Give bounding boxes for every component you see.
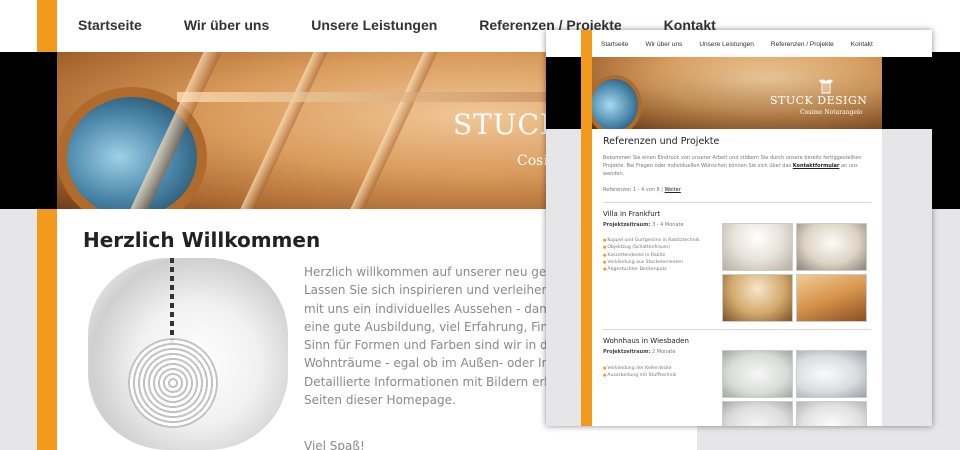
fg-divider [603, 329, 871, 330]
fg-project-thumbnail[interactable] [722, 274, 793, 322]
bg-accent-bar-bottom [37, 209, 57, 450]
bg-closing-text: Viel Spaß! [304, 439, 365, 450]
fg-project-thumbnail[interactable] [722, 223, 793, 271]
fg-project-period-label: Projektzeitraum: [603, 222, 651, 228]
fg-project-feature: Ausarbeitung mit Stufftechnik [603, 372, 676, 379]
fg-intro-text: Bekommen Sie einen Eindruck von unserer … [603, 154, 873, 178]
bg-paragraph-line: eine gute Ausbildung, viel Erfahrung, Fi… [304, 319, 554, 334]
fg-project-period: Projektzeitraum: 2 Monate [603, 349, 675, 355]
bg-nav-wir-ueber-uns[interactable]: Wir über uns [184, 17, 269, 33]
bg-paragraph-line: Lassen Sie sich inspirieren und verleihe… [304, 283, 554, 298]
fg-project-period-value: 2 Monate [652, 349, 676, 355]
bg-chandelier-chain [170, 258, 174, 343]
bg-welcome-paragraph: Herzlich willkommen auf unserer neu gest… [304, 263, 554, 409]
bg-paragraph-line: Sinn für Formen und Farben sind wir in d… [304, 338, 554, 353]
fg-project-thumbnail[interactable] [796, 350, 867, 398]
fg-project-feature: Objektzug (Schattenfraum) [603, 244, 699, 251]
fg-project-title: Villa in Frankfurt [603, 210, 661, 218]
fg-content-layer: Referenzen und Projekte Bekommen Sie ein… [546, 30, 932, 426]
fg-project-period: Projektzeitraum: 3 - 4 Monate [603, 222, 684, 228]
fg-project-thumbnail[interactable] [796, 274, 867, 322]
bg-hero-beam [240, 52, 328, 209]
fg-pager-status: Referenzen 1 - 4 von 8 | [603, 187, 663, 193]
bg-nav-leistungen[interactable]: Unsere Leistungen [311, 17, 437, 33]
fg-project-feature: Abgestuckter Deckenputz [603, 266, 699, 273]
fg-project-feature-list: Kuppel und Gurtgesims in Rabitztechnik O… [603, 237, 699, 273]
bg-paragraph-line: mit uns ein individuelles Aussehen - dam… [304, 301, 554, 316]
fg-project-feature: Kuppel und Gurtgesims in Rabitztechnik [603, 237, 699, 244]
fg-project-feature: Verkleidung der Kellerdecke [603, 365, 676, 372]
bg-chandelier-image [88, 258, 288, 450]
bg-paragraph-line: Seiten dieser Homepage. [304, 393, 456, 408]
bg-paragraph-line: Wohnträume - egal ob im Außen- oder Inne… [304, 356, 554, 371]
fg-pager: Referenzen 1 - 4 von 8 | Weiter [603, 187, 681, 193]
fg-project-feature-list: Verkleidung der Kellerdecke Ausarbeitung… [603, 365, 676, 380]
fg-project-title: Wohnhaus in Wiesbaden [603, 337, 689, 345]
fg-project-feature: Kassettendecke in Rabitz [603, 252, 699, 259]
fg-project-feature: Verkleidung aus Stuckelementen [603, 259, 699, 266]
fg-project-thumbnail[interactable] [796, 401, 867, 426]
bg-paragraph-line: Detaillierte Informationen mit Bildern e… [304, 374, 554, 389]
fg-project-period-value: 3 - 4 Monate [652, 222, 684, 228]
fg-page-title: Referenzen und Projekte [603, 136, 720, 147]
fg-divider [603, 202, 871, 203]
fg-project-thumbnail[interactable] [722, 350, 793, 398]
fg-contact-form-link[interactable]: Kontaktformular [793, 163, 840, 169]
bg-paragraph-line: Herzlich willkommen auf unserer neu gest… [304, 265, 554, 279]
showcase-stage: Startseite Wir über uns Unsere Leistunge… [0, 0, 960, 450]
bg-accent-bar-top [37, 0, 57, 52]
bg-hero-beam [350, 52, 438, 209]
fg-pager-next-link[interactable]: Weiter [665, 187, 681, 193]
fg-project-thumbnail[interactable] [796, 223, 867, 271]
fg-project-thumbnail[interactable] [722, 401, 793, 426]
bg-chandelier-glass [128, 338, 218, 428]
bg-page-title: Herzlich Willkommen [83, 228, 321, 252]
bg-nav-startseite[interactable]: Startseite [78, 17, 142, 33]
fg-project-period-label: Projektzeitraum: [603, 349, 651, 355]
